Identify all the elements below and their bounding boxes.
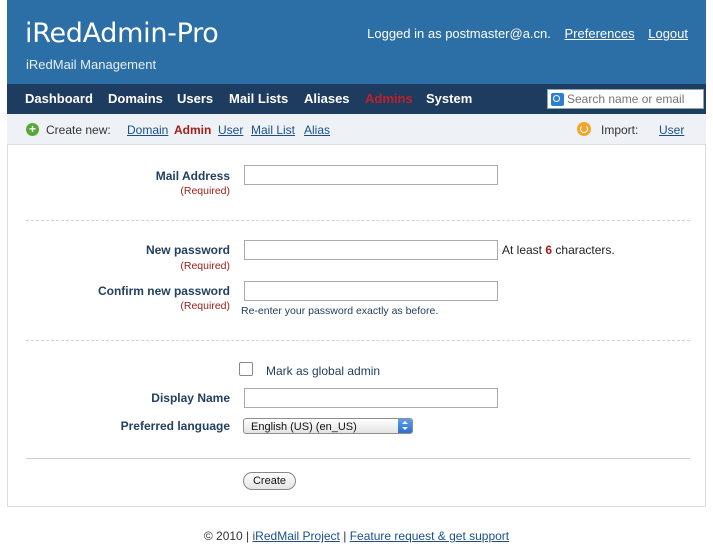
new-password-input[interactable] [244, 240, 498, 260]
confirm-password-label: Confirm new password [97, 284, 230, 298]
display-name-label: Display Name [151, 391, 230, 405]
nav-mail-lists[interactable]: Mail Lists [229, 91, 288, 106]
global-admin-checkbox[interactable] [239, 362, 253, 376]
password-min-length: 6 [545, 243, 553, 257]
copyright-text: © 2010 | [203, 529, 250, 543]
select-arrows-icon [398, 419, 412, 433]
preferred-language-select[interactable]: English (US) (en_US) [243, 418, 413, 434]
header: iRedAdmin-Pro iRedMail Management Logged… [7, 0, 706, 84]
mail-address-input[interactable] [244, 165, 498, 185]
sub-nav: + Create new: Domain Admin User Mail Lis… [7, 114, 706, 145]
confirm-password-required: (Required) [180, 300, 230, 312]
create-button[interactable]: Create [243, 472, 296, 490]
page: iRedAdmin-Pro iRedMail Management Logged… [7, 0, 706, 507]
password-hint: At least 6 characters. [502, 243, 615, 257]
new-password-label: New password [145, 243, 230, 257]
main-nav: Dashboard Domains Users Mail Lists Alias… [7, 84, 706, 114]
confirm-password-input[interactable] [244, 281, 498, 301]
password-hint-suffix: characters. [555, 243, 615, 257]
password-hint-prefix: At least [502, 243, 543, 257]
preferences-link[interactable]: Preferences [565, 26, 635, 41]
divider [26, 458, 690, 459]
confirm-password-hint: Re-enter your password exactly as before… [241, 305, 439, 317]
app-title: iRedAdmin-Pro [25, 18, 219, 49]
add-icon: + [26, 123, 39, 136]
create-new-label: Create new: [46, 123, 111, 137]
create-alias-link[interactable]: Alias [304, 123, 330, 137]
mail-address-required: (Required) [180, 185, 230, 197]
import-user-link[interactable]: User [659, 123, 684, 137]
global-admin-label: Mark as global admin [266, 364, 381, 378]
create-user-link[interactable]: User [218, 123, 243, 137]
nav-domains[interactable]: Domains [108, 91, 163, 106]
display-name-input[interactable] [244, 388, 498, 408]
create-admin-current: Admin [174, 123, 212, 137]
nav-aliases[interactable]: Aliases [304, 91, 350, 106]
footer: © 2010 | iRedMail Project | Feature requ… [0, 529, 713, 543]
search-icon [551, 92, 564, 106]
divider [26, 340, 690, 341]
divider [26, 220, 690, 221]
logged-in-text: Logged in as postmaster@a.cn. [367, 26, 551, 41]
admin-form: Mail Address (Required) New password (Re… [7, 145, 706, 507]
search-input[interactable] [567, 92, 699, 106]
user-links: Logged in as postmaster@a.cn. Preference… [367, 26, 688, 41]
nav-admins[interactable]: Admins [365, 91, 413, 106]
iredmail-project-link[interactable]: iRedMail Project [253, 529, 340, 543]
nav-system[interactable]: System [426, 91, 472, 106]
create-mail-list-link[interactable]: Mail List [251, 123, 295, 137]
preferred-language-value: English (US) (en_US) [251, 421, 357, 433]
mail-address-label: Mail Address [155, 169, 230, 183]
feature-request-link[interactable]: Feature request & get support [350, 529, 509, 543]
nav-users[interactable]: Users [177, 91, 213, 106]
import-label: Import: [601, 123, 639, 137]
app-subtitle: iRedMail Management [26, 57, 157, 72]
import-icon [577, 122, 591, 136]
logout-link[interactable]: Logout [648, 26, 688, 41]
create-domain-link[interactable]: Domain [127, 123, 168, 137]
preferred-language-label: Preferred language [120, 419, 230, 433]
nav-dashboard[interactable]: Dashboard [25, 91, 93, 106]
footer-separator: | [343, 529, 347, 543]
search-box [547, 89, 704, 109]
new-password-required: (Required) [180, 260, 230, 272]
